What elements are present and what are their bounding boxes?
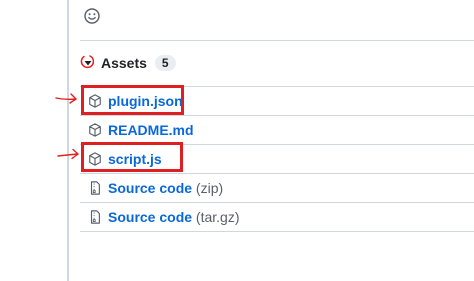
file-zip-icon xyxy=(88,181,102,195)
source-code-zip-link[interactable]: Source code (zip) xyxy=(108,180,223,196)
asset-name: Source code xyxy=(108,180,193,196)
smiley-icon xyxy=(84,8,100,24)
asset-format: (zip) xyxy=(195,180,224,196)
asset-link-readme[interactable]: README.md xyxy=(108,122,194,138)
caret-toggle[interactable] xyxy=(80,55,96,71)
file-zip-icon xyxy=(88,210,102,224)
section-divider xyxy=(80,40,474,41)
annotation-highlight-box xyxy=(81,142,183,172)
asset-name: Source code xyxy=(108,209,193,225)
assets-toggle[interactable]: Assets 5 xyxy=(80,53,176,73)
asset-name: README.md xyxy=(108,122,194,138)
assets-title: Assets xyxy=(101,55,147,71)
asset-format: (tar.gz) xyxy=(195,209,240,225)
annotation-arrow-icon xyxy=(55,93,77,104)
add-reaction-button[interactable] xyxy=(80,4,104,28)
annotation-highlight-box xyxy=(81,85,184,115)
annotation-arrow-icon xyxy=(57,148,79,160)
asset-row: Source code (zip) xyxy=(80,174,474,203)
package-icon xyxy=(88,123,102,137)
annotation-circle xyxy=(80,55,94,69)
source-code-tar-gz-link[interactable]: Source code (tar.gz) xyxy=(108,209,240,225)
asset-row: Source code (tar.gz) xyxy=(80,203,474,232)
timeline-line xyxy=(67,0,69,281)
asset-row: README.md xyxy=(80,116,474,145)
assets-count-badge: 5 xyxy=(154,55,176,71)
